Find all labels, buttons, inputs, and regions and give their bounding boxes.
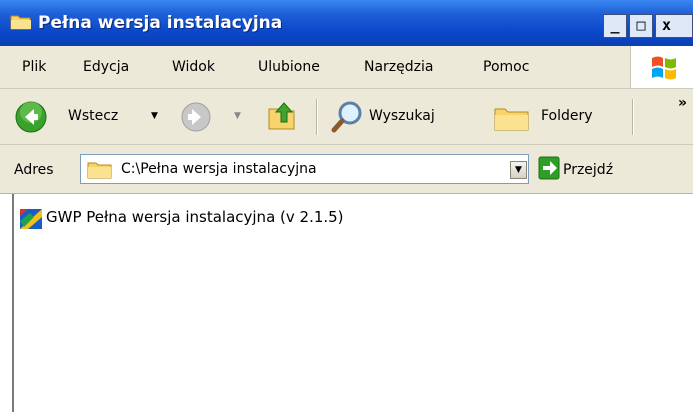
address-label: Adres bbox=[14, 162, 54, 178]
folders-icon[interactable] bbox=[492, 101, 534, 133]
windows-flag-icon bbox=[652, 56, 676, 80]
toolbar-separator bbox=[316, 99, 318, 135]
search-button[interactable]: Wyszukaj bbox=[369, 108, 435, 124]
address-dropdown-button[interactable]: ▼ bbox=[510, 161, 527, 179]
folder-icon bbox=[10, 15, 31, 30]
menu-bar: Plik Edycja Widok Ulubione Narzędzia Pom… bbox=[0, 46, 693, 89]
explorer-window: Pełna wersja instalacyjna _ □ x Plik Edy… bbox=[0, 0, 693, 412]
minimize-button[interactable]: _ bbox=[603, 14, 627, 38]
go-arrow-icon[interactable] bbox=[538, 156, 560, 180]
back-arrow-icon[interactable] bbox=[14, 100, 48, 134]
title-bar[interactable]: Pełna wersja instalacyjna _ □ x bbox=[0, 0, 693, 46]
back-dropdown[interactable]: ▼ bbox=[151, 111, 158, 121]
menu-file[interactable]: Plik bbox=[22, 59, 46, 75]
forward-dropdown[interactable]: ▼ bbox=[234, 111, 241, 121]
menu-tools[interactable]: Narzędzia bbox=[364, 59, 433, 75]
folders-button[interactable]: Foldery bbox=[541, 108, 593, 124]
close-button[interactable]: x bbox=[655, 14, 693, 38]
folder-icon bbox=[87, 162, 112, 179]
menu-favorites[interactable]: Ulubione bbox=[258, 59, 320, 75]
forward-arrow-icon[interactable] bbox=[180, 101, 212, 133]
menu-help[interactable]: Pomoc bbox=[483, 59, 529, 75]
go-button[interactable]: Przejdź bbox=[563, 162, 613, 178]
standard-toolbar: Wstecz ▼ ▼ Wyszukaj Foldery » bbox=[0, 89, 693, 145]
toolbar-separator bbox=[632, 99, 634, 135]
menu-edit[interactable]: Edycja bbox=[83, 59, 129, 75]
gwp-app-icon bbox=[20, 209, 42, 229]
file-name[interactable]: GWP Pełna wersja instalacyjna (v 2.1.5) bbox=[46, 208, 344, 226]
maximize-button[interactable]: □ bbox=[629, 14, 653, 38]
menu-view[interactable]: Widok bbox=[172, 59, 215, 75]
back-button[interactable]: Wstecz bbox=[68, 108, 118, 124]
file-list: GWP Pełna wersja instalacyjna (v 2.1.5) bbox=[12, 194, 693, 412]
search-icon[interactable] bbox=[330, 99, 366, 135]
up-folder-icon[interactable] bbox=[266, 99, 298, 133]
address-value[interactable]: C:\Pełna wersja instalacyjna bbox=[121, 161, 317, 177]
address-bar: Adres C:\Pełna wersja instalacyjna ▼ Prz… bbox=[0, 145, 693, 194]
more-chevron-icon[interactable]: » bbox=[678, 95, 687, 111]
window-title: Pełna wersja instalacyjna bbox=[38, 13, 283, 33]
address-input[interactable]: C:\Pełna wersja instalacyjna bbox=[80, 154, 529, 184]
windows-logo bbox=[630, 46, 693, 88]
